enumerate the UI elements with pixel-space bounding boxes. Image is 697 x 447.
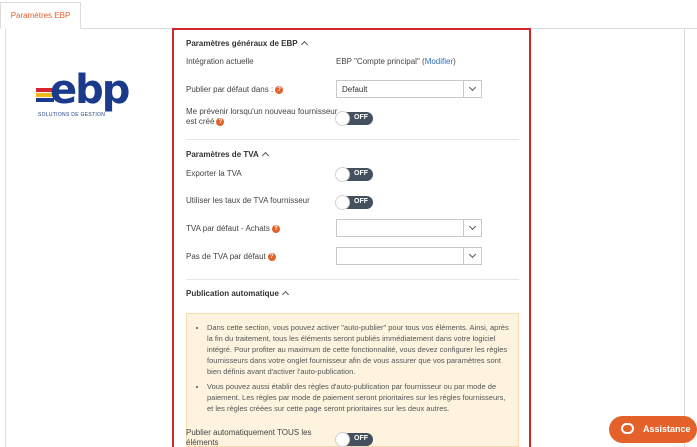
export-tva-label: Exporter la TVA: [186, 169, 242, 178]
no-default-tva-label-text: Pas de TVA par défaut: [186, 252, 266, 261]
notify-supplier-label-line2: est créé?: [186, 117, 337, 127]
notice-item: Vous pouvez aussi établir des règles d'a…: [207, 381, 512, 414]
no-default-tva-label: Pas de TVA par défaut?: [186, 252, 276, 262]
toggle-knob: [335, 167, 350, 182]
section-title-auto-publication-text: Publication automatique: [186, 289, 279, 298]
tab-ebp-settings[interactable]: Paramètres EBP: [0, 2, 81, 29]
chevron-down-icon[interactable]: [463, 81, 481, 97]
toggle-knob: [335, 111, 350, 126]
tab-bar: Paramètres EBP: [0, 0, 697, 29]
use-supplier-rates-label: Utiliser les taux de TVA fournisseur: [186, 196, 310, 205]
chevron-down-glyph: [468, 83, 477, 92]
help-icon[interactable]: ?: [267, 252, 276, 261]
toggle-knob: [335, 195, 350, 210]
notify-supplier-label: Me prévenir lorsqu'un nouveau fournisseu…: [186, 107, 337, 127]
publish-default-label: Publier par défaut dans :?: [186, 85, 284, 95]
logo-tagline: SOLUTIONS DE GESTION: [38, 112, 106, 118]
section-title-auto-publication[interactable]: Publication automatique: [186, 289, 289, 299]
section-title-tva-text: Paramètres de TVA: [186, 150, 259, 159]
no-default-tva-select[interactable]: [336, 247, 482, 265]
publish-default-label-text: Publier par défaut dans :: [186, 85, 274, 94]
content-border-right: [684, 29, 685, 447]
auto-publish-all-toggle[interactable]: OFF: [335, 432, 373, 447]
default-purchase-tva-select[interactable]: [336, 219, 482, 237]
toggle-state: OFF: [354, 114, 368, 121]
section-divider: [186, 279, 519, 280]
notify-supplier-toggle[interactable]: OFF: [335, 111, 373, 126]
chevron-up-icon[interactable]: [300, 40, 308, 49]
toggle-state: OFF: [354, 170, 368, 177]
chevron-down-glyph: [468, 222, 477, 231]
export-tva-toggle[interactable]: OFF: [335, 167, 373, 182]
assistance-label: Assistance: [643, 424, 691, 434]
notify-supplier-label-line2-text: est créé: [186, 117, 215, 126]
help-icon[interactable]: ?: [216, 117, 225, 126]
content-border-left: [5, 29, 6, 447]
default-purchase-tva-label: TVA par défaut - Achats?: [186, 224, 280, 234]
chevron-down-glyph: [468, 250, 477, 259]
assistance-button[interactable]: Assistance: [609, 416, 697, 443]
chevron-down-icon[interactable]: [463, 220, 481, 236]
toggle-state: OFF: [354, 198, 368, 205]
integration-label: Intégration actuelle: [186, 57, 254, 66]
auto-publication-notice: Dans cette section, vous pouvez activer …: [186, 313, 519, 447]
notice-item: Dans cette section, vous pouvez activer …: [207, 322, 512, 377]
use-supplier-rates-toggle[interactable]: OFF: [335, 195, 373, 210]
section-title-general-text: Paramètres généraux de EBP: [186, 39, 298, 48]
section-divider: [186, 139, 519, 140]
integration-value: EBP "Compte principal" (Modifier): [336, 57, 456, 66]
ebp-logo: ebp SOLUTIONS DE GESTION: [36, 67, 144, 122]
auto-publish-all-label-line1: Publier automatiquement TOUS les: [186, 428, 312, 437]
chat-bubble-icon: [621, 423, 634, 434]
toggle-state: OFF: [354, 435, 368, 442]
chevron-down-icon[interactable]: [463, 248, 481, 264]
help-icon[interactable]: ?: [271, 224, 280, 233]
default-purchase-tva-label-text: TVA par défaut - Achats: [186, 224, 270, 233]
integration-value-text: EBP "Compte principal" (: [336, 57, 425, 66]
notify-supplier-label-line1: Me prévenir lorsqu'un nouveau fournisseu…: [186, 107, 338, 116]
settings-panel: Paramètres généraux de EBP Intégration a…: [172, 28, 531, 447]
auto-publish-all-label-line2: éléments: [186, 438, 219, 447]
chevron-up-icon[interactable]: [261, 151, 269, 160]
toggle-knob: [335, 432, 350, 447]
publish-default-select[interactable]: Default: [336, 80, 482, 98]
publish-default-select-value: Default: [342, 85, 368, 94]
section-title-general[interactable]: Paramètres généraux de EBP: [186, 39, 308, 49]
notice-list: Dans cette section, vous pouvez activer …: [207, 322, 512, 418]
chevron-up-icon[interactable]: [281, 290, 289, 299]
help-icon[interactable]: ?: [275, 85, 284, 94]
logo-wordmark: ebp: [50, 67, 130, 113]
integration-value-close: ): [453, 57, 456, 66]
modify-integration-link[interactable]: Modifier: [425, 57, 453, 66]
section-title-tva[interactable]: Paramètres de TVA: [186, 150, 269, 160]
auto-publish-all-label: Publier automatiquement TOUS les élément…: [186, 428, 312, 447]
